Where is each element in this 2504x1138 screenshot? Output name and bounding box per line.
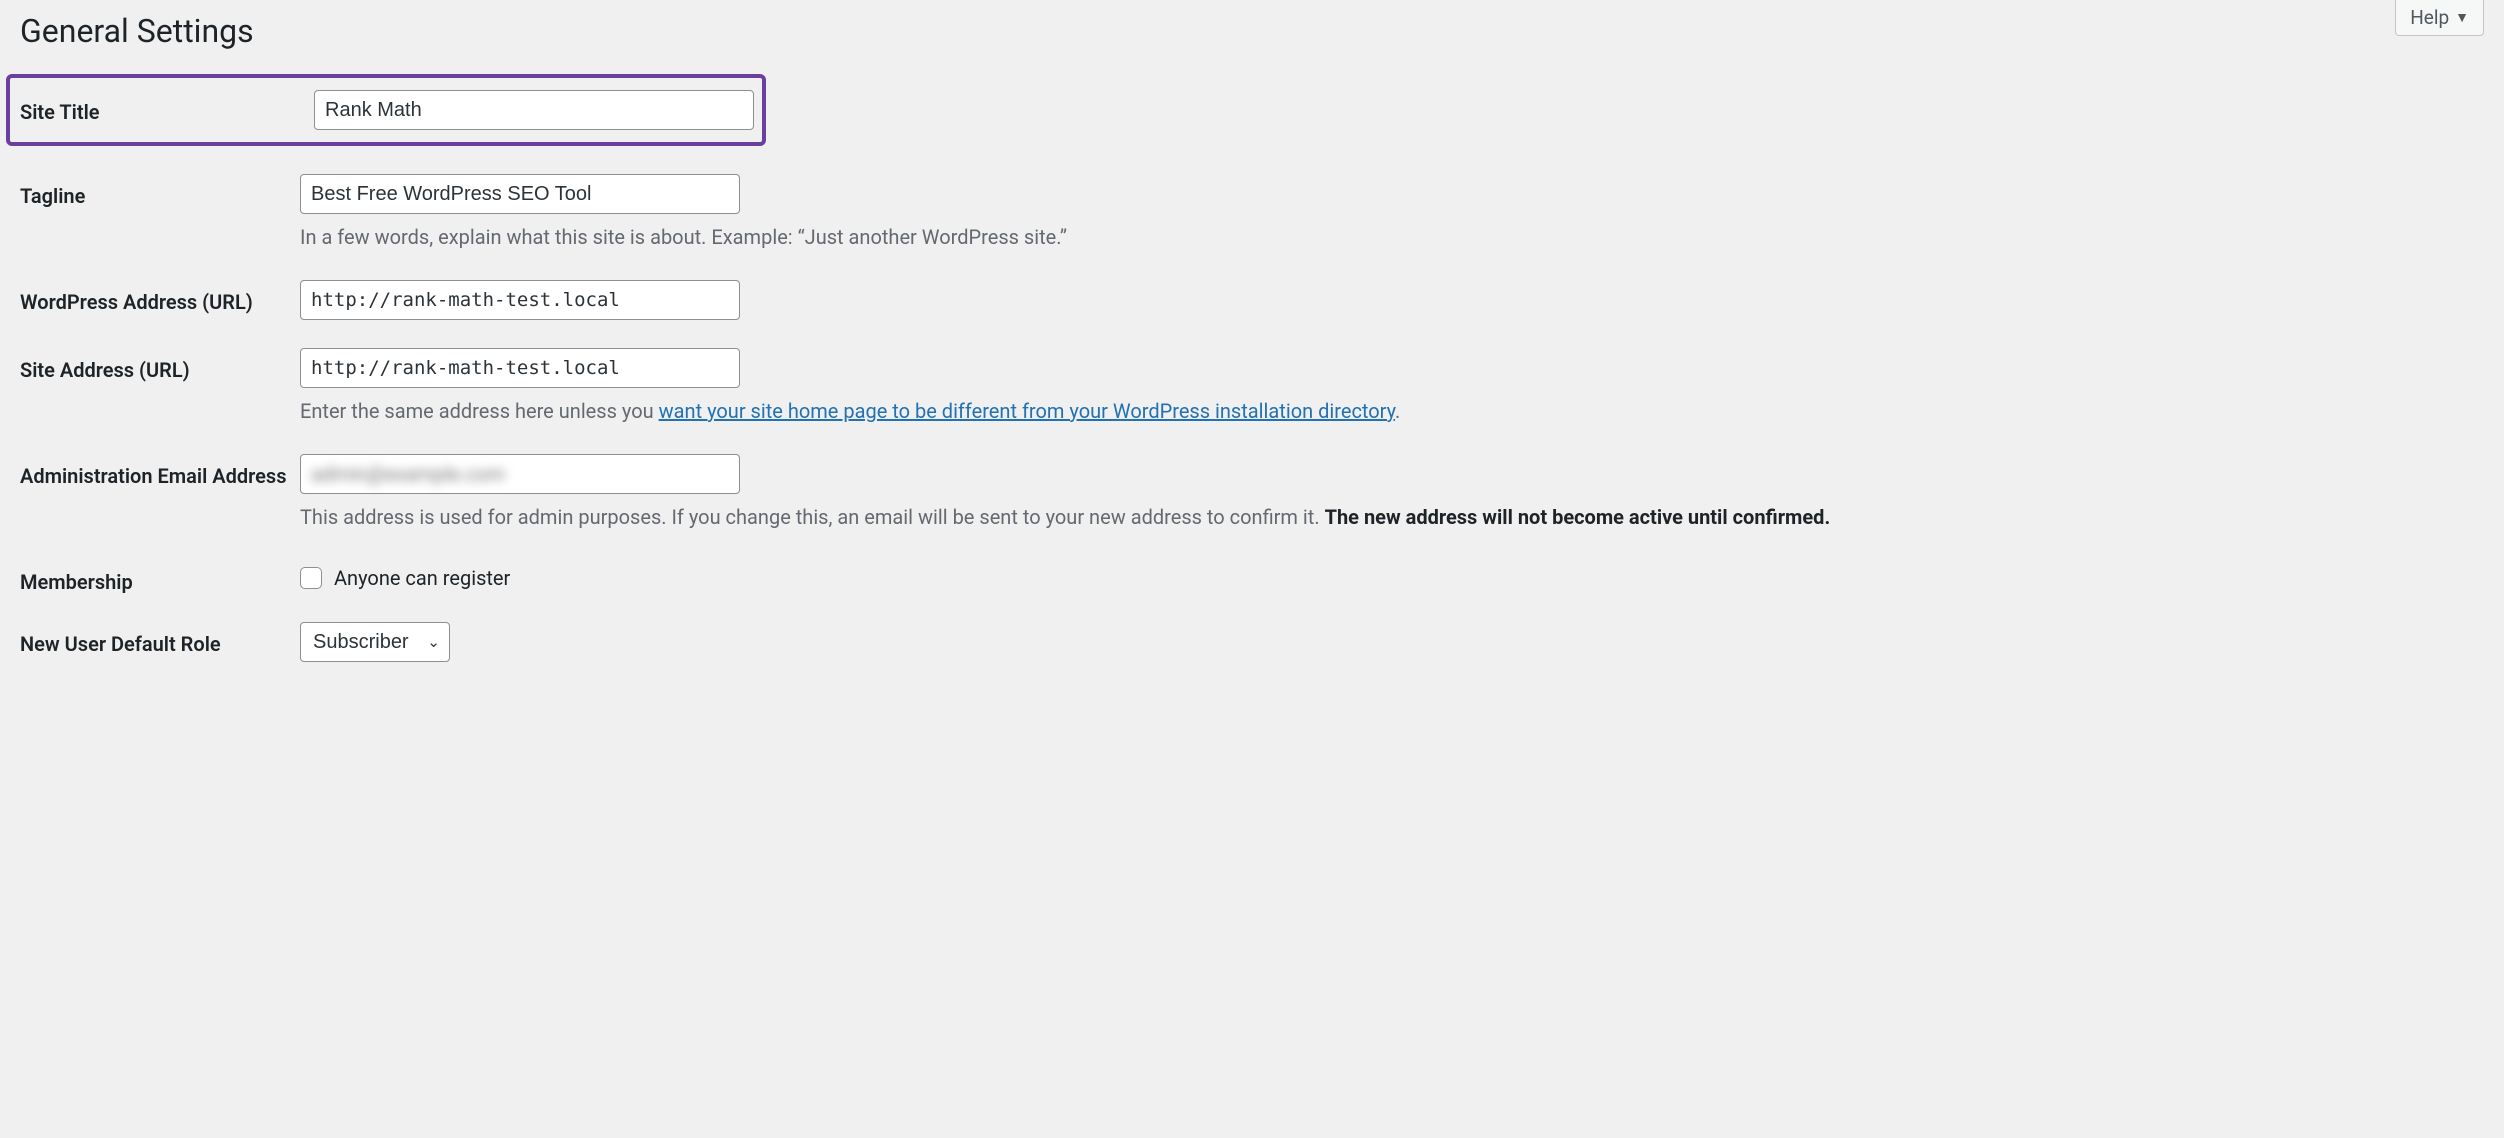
tagline-label: Tagline	[20, 174, 300, 208]
admin-email-desc-plain: This address is used for admin purposes.…	[300, 505, 1325, 529]
wp-address-row: WordPress Address (URL)	[20, 280, 2484, 320]
help-tab-button[interactable]: Help ▼	[2395, 0, 2484, 36]
membership-row: Membership Anyone can register	[20, 560, 2484, 594]
site-address-row: Site Address (URL) Enter the same addres…	[20, 348, 2484, 426]
default-role-label: New User Default Role	[20, 622, 300, 656]
site-address-label: Site Address (URL)	[20, 348, 300, 382]
membership-checkbox-text: Anyone can register	[334, 566, 510, 590]
site-address-description: Enter the same address here unless you w…	[300, 396, 2464, 426]
admin-email-row: Administration Email Address admin@examp…	[20, 454, 2484, 532]
site-address-desc-link[interactable]: want your site home page to be different…	[659, 399, 1395, 423]
default-role-row: New User Default Role Subscriber ⌄	[20, 622, 2484, 662]
membership-checkbox-label[interactable]: Anyone can register	[300, 560, 2464, 590]
default-role-select[interactable]: Subscriber	[300, 622, 450, 662]
membership-label: Membership	[20, 560, 300, 594]
help-tab-label: Help	[2410, 6, 2449, 29]
admin-email-label: Administration Email Address	[20, 454, 300, 488]
admin-email-desc-strong: The new address will not become active u…	[1325, 505, 1831, 529]
page-title: General Settings	[20, 0, 2484, 64]
tagline-input[interactable]	[300, 174, 740, 214]
site-address-input[interactable]	[300, 348, 740, 388]
admin-email-value-blurred: admin@example.com	[311, 460, 505, 488]
wp-address-input[interactable]	[300, 280, 740, 320]
membership-checkbox[interactable]	[300, 567, 322, 589]
site-title-highlight: Site Title	[6, 74, 766, 146]
admin-email-description: This address is used for admin purposes.…	[300, 502, 2464, 532]
tagline-description: In a few words, explain what this site i…	[300, 222, 2464, 252]
site-address-desc-post: .	[1395, 399, 1400, 423]
tagline-row: Tagline In a few words, explain what thi…	[20, 174, 2484, 252]
site-title-row: Site Title	[20, 90, 752, 130]
site-title-input[interactable]	[314, 90, 754, 130]
chevron-down-icon: ▼	[2455, 9, 2469, 26]
site-title-label: Site Title	[20, 90, 314, 124]
wp-address-label: WordPress Address (URL)	[20, 280, 300, 314]
admin-email-input[interactable]: admin@example.com	[300, 454, 740, 494]
site-address-desc-pre: Enter the same address here unless you	[300, 399, 659, 423]
